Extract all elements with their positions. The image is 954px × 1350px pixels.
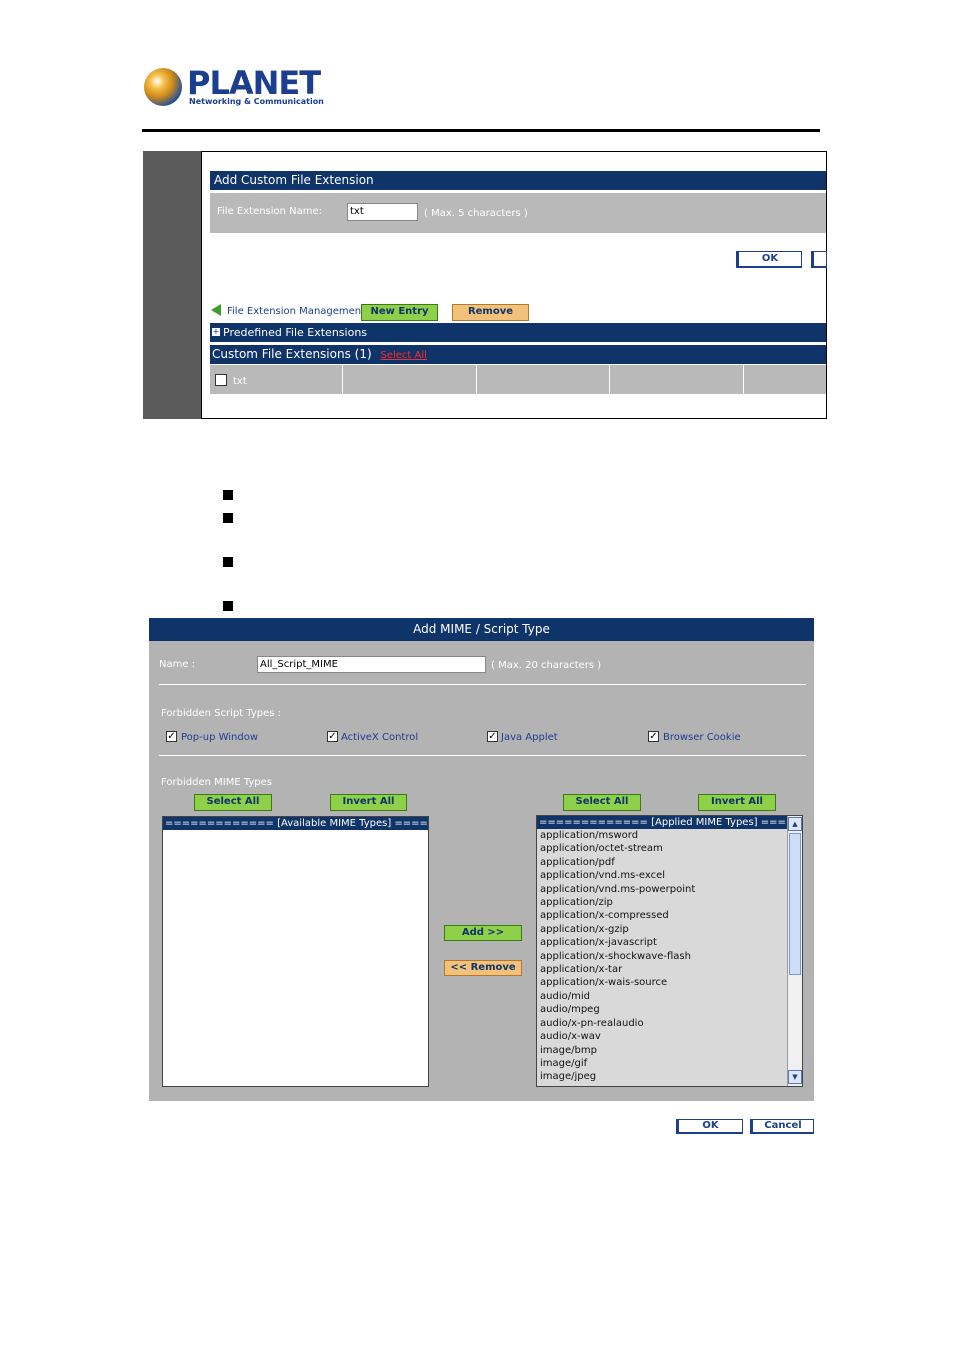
cell-divider — [609, 365, 610, 394]
left-sidebar — [143, 151, 202, 419]
available-select-all-button[interactable]: Select All — [194, 794, 272, 811]
bullet-icon — [223, 557, 233, 567]
list-item[interactable]: application/x-tar — [537, 963, 787, 976]
list-item[interactable]: application/pdf — [537, 856, 787, 869]
applied-invert-all-button[interactable]: Invert All — [698, 794, 776, 811]
mime-ok-button[interactable]: OK — [676, 1119, 743, 1134]
scroll-down-icon[interactable]: ▼ — [788, 1070, 802, 1084]
list-item[interactable]: application/zip — [537, 896, 787, 909]
bullet-icon — [223, 513, 233, 523]
activex-control-label: ActiveX Control — [341, 732, 419, 743]
java-applet-checkbox[interactable]: ✓ — [487, 731, 498, 742]
applied-select-all-button[interactable]: Select All — [563, 794, 641, 811]
cell-divider — [743, 365, 744, 394]
applied-list-header: ============= [Applied MIME Types] =====… — [537, 816, 787, 829]
script-types-label: Forbidden Script Types : — [161, 708, 282, 719]
cell-divider — [476, 365, 477, 394]
mime-cancel-button[interactable]: Cancel — [750, 1119, 814, 1134]
list-item[interactable]: audio/mpeg — [537, 1003, 787, 1016]
add-mime-script-title: Add MIME / Script Type — [149, 618, 814, 641]
available-invert-all-button[interactable]: Invert All — [330, 794, 407, 811]
add-button[interactable]: Add >> — [444, 925, 522, 941]
browser-cookie-checkbox[interactable]: ✓ — [648, 731, 659, 742]
list-item[interactable]: application/vnd.ms-excel — [537, 869, 787, 882]
custom-extensions-header: Custom File Extensions (1) Select All — [210, 345, 826, 364]
header-rule — [142, 129, 820, 132]
list-item[interactable]: application/vnd.ms-powerpoint — [537, 883, 787, 896]
extension-name-hint: ( Max. 5 characters ) — [424, 208, 528, 219]
ok-button[interactable]: OK — [736, 251, 802, 268]
available-mime-list[interactable]: ============= [Available MIME Types] ===… — [162, 816, 429, 1087]
bullet-icon — [223, 490, 233, 500]
predefined-extensions-label: Predefined File Extensions — [223, 326, 368, 339]
extension-name-label: File Extension Name: — [217, 206, 323, 217]
cancel-button-partial[interactable] — [811, 251, 827, 268]
browser-cookie-label: Browser Cookie — [663, 732, 741, 743]
list-item[interactable]: audio/x-pn-realaudio — [537, 1017, 787, 1030]
add-custom-extension-title: Add Custom File Extension — [210, 171, 826, 190]
custom-extension-row — [210, 365, 826, 394]
divider — [159, 755, 806, 756]
extension-name-input[interactable]: txt — [347, 203, 418, 221]
applied-mime-list[interactable]: ============= [Applied MIME Types] =====… — [536, 815, 803, 1087]
scroll-thumb[interactable] — [789, 833, 801, 975]
mime-types-label: Forbidden MIME Types — [161, 777, 272, 788]
list-item[interactable]: application/x-shockwave-flash — [537, 950, 787, 963]
list-item[interactable]: image/jpeg — [537, 1070, 787, 1083]
divider — [159, 684, 806, 685]
logo-tagline: Networking & Communication — [189, 97, 324, 106]
predefined-extensions-header[interactable]: + Predefined File Extensions — [210, 323, 826, 342]
remove-mime-button[interactable]: << Remove — [444, 960, 522, 976]
list-item[interactable]: application/msword — [537, 829, 787, 842]
list-item[interactable]: application/x-javascript — [537, 936, 787, 949]
txt-extension-label: txt — [233, 376, 247, 387]
mime-name-input[interactable]: All_Script_MIME — [257, 656, 486, 673]
back-arrow-icon[interactable] — [211, 304, 221, 316]
list-item[interactable]: audio/mid — [537, 990, 787, 1003]
applied-list-scrollbar[interactable]: ▲ ▼ — [787, 816, 802, 1086]
custom-extensions-label: Custom File Extensions (1) — [212, 347, 372, 361]
list-item[interactable]: application/x-gzip — [537, 923, 787, 936]
cell-divider — [342, 365, 343, 394]
list-item[interactable]: application/x-compressed — [537, 909, 787, 922]
remove-button[interactable]: Remove — [452, 304, 529, 321]
list-item[interactable]: image/gif — [537, 1057, 787, 1070]
list-item[interactable]: image/bmp — [537, 1044, 787, 1057]
java-applet-label: Java Applet — [501, 732, 558, 743]
popup-window-label: Pop-up Window — [181, 732, 259, 743]
new-entry-button[interactable]: New Entry — [361, 304, 438, 321]
bullet-icon — [223, 601, 233, 611]
planet-logo-globe-icon — [144, 68, 182, 106]
applied-items: application/msword application/octet-str… — [537, 829, 787, 1084]
available-list-header: ============= [Available MIME Types] ===… — [163, 817, 428, 830]
txt-checkbox[interactable] — [215, 374, 227, 386]
select-all-link[interactable]: Select All — [380, 350, 426, 361]
popup-window-checkbox[interactable]: ✓ — [166, 731, 177, 742]
expand-plus-icon[interactable]: + — [212, 328, 220, 336]
mime-name-label: Name : — [159, 659, 196, 670]
list-item[interactable]: application/x-wais-source — [537, 976, 787, 989]
list-item[interactable]: audio/x-wav — [537, 1030, 787, 1043]
mime-name-hint: ( Max. 20 characters ) — [491, 660, 602, 671]
activex-control-checkbox[interactable]: ✓ — [327, 731, 338, 742]
scroll-up-icon[interactable]: ▲ — [788, 817, 802, 831]
file-extension-management-link[interactable]: File Extension Management : — [227, 306, 372, 317]
list-item[interactable]: application/octet-stream — [537, 842, 787, 855]
